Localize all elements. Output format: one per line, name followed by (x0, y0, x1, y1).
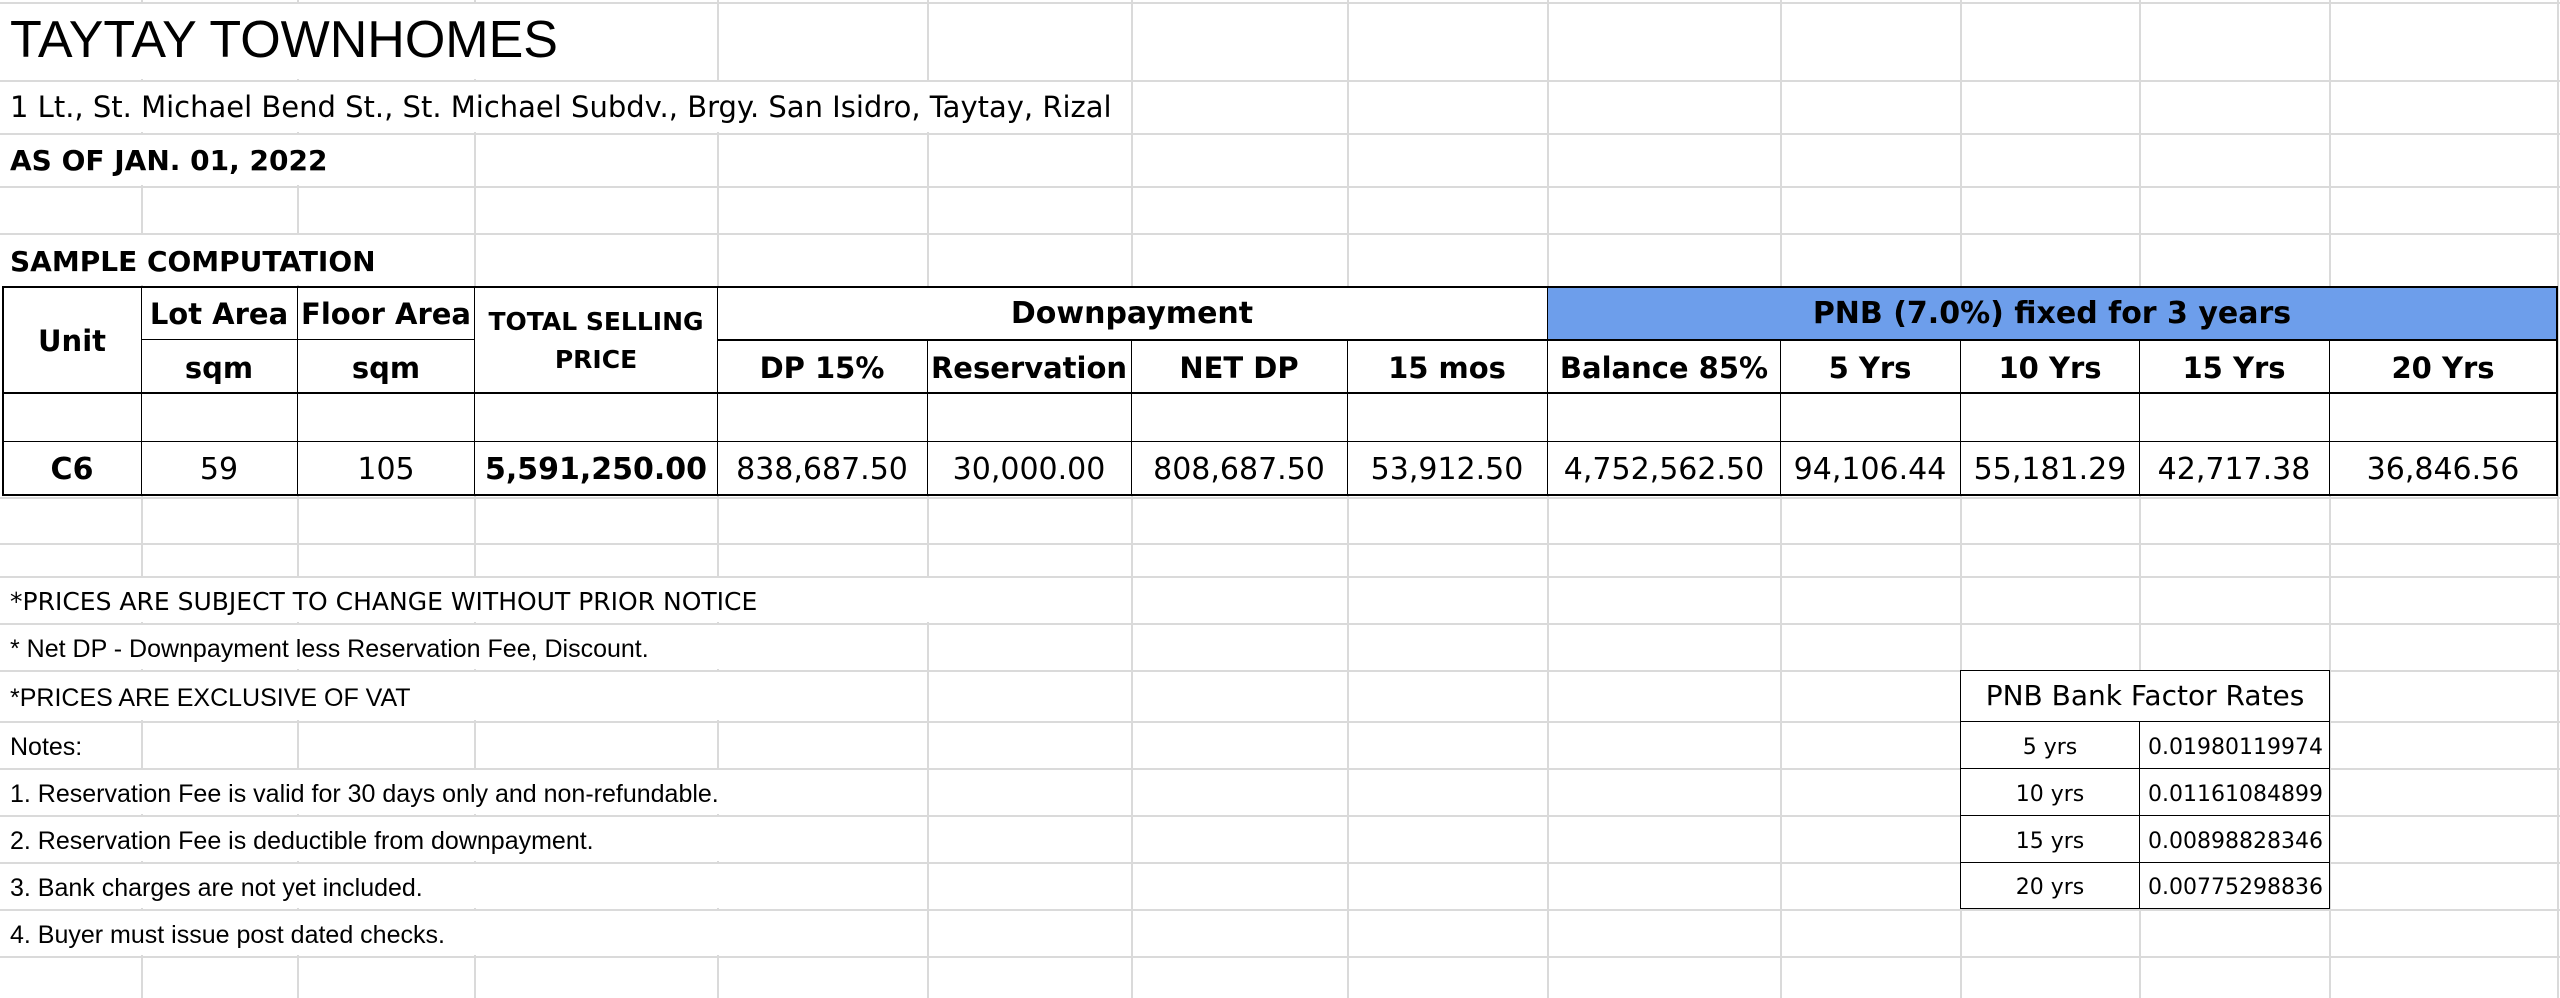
factor-term[interactable]: 5 yrs (2023, 737, 2078, 759)
table-border (2556, 286, 2558, 496)
table-border (2139, 339, 2140, 496)
table-border (2, 494, 2558, 496)
as-of-date: AS OF JAN. 01, 2022 (10, 144, 328, 177)
factor-border (1960, 721, 2330, 722)
cell-floor-area[interactable]: 105 (357, 455, 414, 485)
address-line: 1 Lt., St. Michael Bend St., St. Michael… (10, 90, 1112, 124)
cell-dp15[interactable]: 838,687.50 (736, 455, 908, 485)
note-item: 1. Reservation Fee is valid for 30 days … (10, 780, 719, 808)
table-border (1131, 339, 1132, 496)
factor-rate[interactable]: 0.00775298836 (2148, 877, 2323, 899)
note-item: 2. Reservation Fee is deductible from do… (10, 827, 594, 855)
table-border (2329, 339, 2330, 496)
cell-lot-area[interactable]: 59 (200, 455, 238, 485)
col-header-15mos: 15 mos (1388, 351, 1506, 385)
factor-border (1960, 670, 2330, 671)
cell-20yrs[interactable]: 36,846.56 (2367, 455, 2520, 485)
table-border (717, 286, 718, 496)
factor-border (1960, 768, 2330, 769)
col-header-10yrs: 10 Yrs (1998, 351, 2102, 385)
col-header-floor-unit: sqm (351, 351, 421, 385)
table-border (1347, 339, 1348, 496)
table-border (2, 441, 2558, 442)
gridline (2557, 0, 2559, 998)
col-header-lot-unit: sqm (184, 351, 254, 385)
table-border (474, 286, 475, 496)
factor-border (1960, 670, 1961, 909)
factor-rate[interactable]: 0.01980119974 (2148, 737, 2323, 759)
section-title: SAMPLE COMPUTATION (10, 245, 376, 278)
col-header-floor-area: Floor Area (301, 297, 471, 331)
cell-balance[interactable]: 4,752,562.50 (1564, 455, 1764, 485)
gridline (0, 186, 2560, 188)
gridline (927, 0, 929, 998)
cell-tsp[interactable]: 5,591,250.00 (485, 455, 707, 485)
factor-border (2329, 670, 2330, 909)
table-border (2, 392, 2558, 394)
factor-border (1960, 908, 2330, 909)
gridline (1547, 0, 1549, 998)
table-border (141, 286, 142, 496)
factor-border (1960, 815, 2330, 816)
table-border (141, 339, 475, 340)
col-header-dp15: DP 15% (759, 351, 885, 385)
table-border (297, 286, 298, 496)
factor-rate[interactable]: 0.01161084899 (2148, 784, 2323, 806)
table-border (1960, 339, 1961, 496)
factor-border (1960, 862, 2330, 863)
cell-10yrs[interactable]: 55,181.29 (1974, 455, 2127, 485)
col-header-15yrs: 15 Yrs (2182, 351, 2286, 385)
col-header-5yrs: 5 Yrs (1828, 351, 1912, 385)
cell-unit[interactable]: C6 (51, 455, 94, 485)
cell-netdp[interactable]: 808,687.50 (1153, 455, 1325, 485)
table-border (927, 339, 928, 496)
table-border (1780, 339, 1781, 496)
note-item: 4. Buyer must issue post dated checks. (10, 921, 445, 949)
factor-rates-title: PNB Bank Factor Rates (1985, 679, 2305, 712)
col-header-netdp: NET DP (1179, 351, 1299, 385)
col-header-tsp-line1: TOTAL SELLING (488, 307, 704, 336)
note-item: 3. Bank charges are not yet included. (10, 874, 423, 902)
col-header-downpayment: Downpayment (1010, 296, 1254, 331)
col-header-reservation: Reservation (930, 351, 1128, 385)
factor-term[interactable]: 20 yrs (2016, 877, 2085, 899)
col-header-20yrs: 20 Yrs (2391, 351, 2495, 385)
table-border (2, 286, 4, 496)
table-border (2, 286, 2558, 288)
factor-rate[interactable]: 0.00898828346 (2148, 831, 2323, 853)
note-net-dp: * Net DP - Downpayment less Reservation … (10, 635, 649, 663)
gridline (1131, 0, 1133, 998)
col-header-lot-area: Lot Area (149, 297, 289, 331)
factor-border (2139, 721, 2140, 909)
table-border (717, 339, 2558, 341)
table-border (1547, 286, 1548, 496)
cell-15yrs[interactable]: 42,717.38 (2158, 455, 2311, 485)
col-header-tsp-line2: PRICE (554, 345, 638, 374)
gridline (1347, 0, 1349, 998)
note-vat: *PRICES ARE EXCLUSIVE OF VAT (10, 684, 411, 712)
gridline (0, 956, 2560, 958)
col-header-bank: PNB (7.0%) fixed for 3 years (1812, 296, 2292, 331)
spreadsheet-sheet[interactable]: TAYTAY TOWNHOMES 1 Lt., St. Michael Bend… (0, 0, 2560, 998)
page-title: TAYTAY TOWNHOMES (10, 11, 558, 69)
cell-15mos[interactable]: 53,912.50 (1371, 455, 1524, 485)
col-header-unit: Unit (38, 324, 106, 358)
cell-reservation[interactable]: 30,000.00 (953, 455, 1106, 485)
gridline (1780, 0, 1782, 998)
factor-term[interactable]: 15 yrs (2016, 831, 2085, 853)
gridline (0, 543, 2560, 545)
cell-5yrs[interactable]: 94,106.44 (1794, 455, 1947, 485)
notes-label: Notes: (10, 733, 83, 761)
gridline (0, 497, 2560, 499)
note-prices-change: *PRICES ARE SUBJECT TO CHANGE WITHOUT PR… (10, 587, 758, 616)
col-header-balance: Balance 85% (1559, 351, 1769, 385)
factor-term[interactable]: 10 yrs (2016, 784, 2085, 806)
